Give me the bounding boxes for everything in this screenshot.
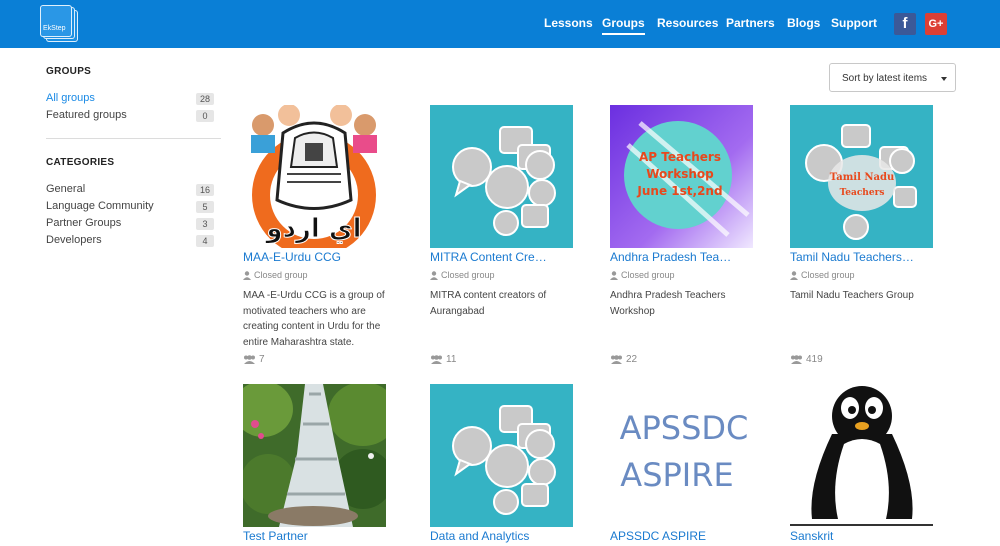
nav-lessons[interactable]: Lessons: [544, 16, 593, 30]
user-icon: [430, 271, 438, 281]
count-badge: 0: [196, 110, 214, 122]
member-count-value: 7: [259, 354, 265, 365]
group-description: Andhra Pradesh Teachers Workshop: [610, 290, 726, 317]
caret-down-icon: [941, 77, 947, 81]
urdu-logo-image: اي اردو: [243, 105, 386, 248]
sort-dropdown[interactable]: Sort by latest items: [829, 63, 956, 92]
user-icon: [610, 271, 618, 281]
users-icon: [791, 355, 802, 364]
facebook-icon[interactable]: f: [894, 13, 916, 35]
status-label: Closed group: [254, 270, 308, 280]
chat-bubbles-image: [430, 384, 573, 527]
tamil-nadu-image: Tamil Nadu Teachers: [790, 105, 933, 248]
tn-line-2: Teachers: [840, 188, 885, 198]
users-icon: [244, 355, 255, 364]
sidebar-item-label: Partner Groups: [46, 217, 122, 229]
member-count: 11: [430, 354, 456, 365]
nav-support[interactable]: Support: [831, 16, 877, 30]
sidebar-item-all-groups[interactable]: All groups 28: [46, 90, 214, 107]
group-thumbnail[interactable]: AP Teachers Workshop June 1st,2nd: [610, 105, 753, 248]
apssdc-line-1: APSSDC: [620, 409, 749, 447]
group-status: Closed group: [610, 270, 675, 281]
groups-heading: GROUPS: [46, 66, 92, 77]
member-count: 419: [790, 354, 823, 365]
group-thumbnail[interactable]: [430, 384, 573, 527]
group-title-link[interactable]: APSSDC ASPIRE: [610, 529, 778, 543]
group-description: MAA -E-Urdu CCG is a group of motivated …: [243, 290, 385, 348]
status-label: Closed group: [441, 270, 495, 280]
count-badge: 16: [195, 184, 214, 196]
sidebar-item-label: All groups: [46, 92, 95, 104]
group-thumbnail[interactable]: [790, 384, 933, 527]
sidebar-item-label: Developers: [46, 234, 102, 246]
urdu-logo-text: اي اردو: [264, 214, 361, 244]
ap-line-1: AP Teachers: [639, 150, 721, 164]
logo-text: EkStep: [43, 25, 66, 32]
group-title-link[interactable]: Data and Analytics: [430, 529, 598, 543]
count-badge: 3: [196, 218, 214, 230]
apssdc-line-2: ASPIRE: [620, 456, 733, 494]
group-title-link[interactable]: Andhra Pradesh Tea…: [610, 250, 778, 264]
sidebar-item-general[interactable]: General 16: [46, 181, 214, 198]
users-icon: [431, 355, 442, 364]
chat-bubbles-image: [430, 105, 573, 248]
member-count-value: 419: [806, 354, 823, 365]
count-badge: 28: [195, 93, 214, 105]
nav-resources[interactable]: Resources: [657, 16, 718, 30]
nav-partners[interactable]: Partners: [726, 16, 775, 30]
penguin-image: [790, 384, 933, 527]
group-description: Tamil Nadu Teachers Group: [790, 290, 914, 301]
group-status: Closed group: [430, 270, 495, 281]
member-count: 22: [610, 354, 637, 365]
sidebar-item-partner-groups[interactable]: Partner Groups 3: [46, 215, 214, 232]
top-navbar: EkStep Lessons Groups Resources Partners…: [0, 0, 1000, 48]
group-title-link[interactable]: Tamil Nadu Teachers…: [790, 250, 958, 264]
status-label: Closed group: [621, 270, 675, 280]
sidebar-item-label: General: [46, 183, 86, 195]
user-icon: [790, 271, 798, 281]
status-label: Closed group: [801, 270, 855, 280]
group-title-link[interactable]: Sanskrit: [790, 529, 958, 543]
categories-heading: CATEGORIES: [46, 157, 115, 168]
google-plus-icon[interactable]: G+: [925, 13, 947, 35]
waterfall-image: [243, 384, 386, 527]
ap-workshop-image: AP Teachers Workshop June 1st,2nd: [610, 105, 753, 248]
sidebar-item-featured-groups[interactable]: Featured groups 0: [46, 107, 214, 124]
group-title-link[interactable]: MAA-E-Urdu CCG: [243, 250, 411, 264]
sort-label: Sort by latest items: [842, 73, 928, 84]
ap-line-3: June 1st,2nd: [636, 184, 722, 198]
users-icon: [611, 355, 622, 364]
member-count: 7: [243, 354, 265, 365]
ekstep-logo[interactable]: EkStep: [40, 5, 78, 43]
group-thumbnail[interactable]: اي اردو: [243, 105, 386, 248]
nav-blogs[interactable]: Blogs: [787, 16, 820, 30]
sidebar-item-label: Featured groups: [46, 109, 127, 121]
count-badge: 4: [196, 235, 214, 247]
group-thumbnail[interactable]: [243, 384, 386, 527]
apssdc-image: APSSDC ASPIRE: [610, 384, 753, 527]
tn-line-1: Tamil Nadu: [830, 172, 895, 183]
sidebar-item-developers[interactable]: Developers 4: [46, 232, 214, 249]
sidebar-item-language-community[interactable]: Language Community 5: [46, 198, 214, 215]
group-status: Closed group: [243, 270, 308, 281]
group-description: MITRA content creators of Aurangabad: [430, 290, 547, 317]
group-status: Closed group: [790, 270, 855, 281]
count-badge: 5: [196, 201, 214, 213]
group-thumbnail[interactable]: APSSDC ASPIRE: [610, 384, 753, 527]
group-title-link[interactable]: Test Partner: [243, 529, 411, 543]
member-count-value: 11: [446, 354, 457, 365]
sidebar-divider: [46, 138, 221, 139]
nav-groups[interactable]: Groups: [602, 16, 645, 35]
sidebar-item-label: Language Community: [46, 200, 154, 212]
group-thumbnail[interactable]: [430, 105, 573, 248]
group-thumbnail[interactable]: Tamil Nadu Teachers: [790, 105, 933, 248]
ap-line-2: Workshop: [646, 167, 714, 181]
group-title-link[interactable]: MITRA Content Cre…: [430, 250, 598, 264]
member-count-value: 22: [626, 354, 638, 365]
user-icon: [243, 271, 251, 281]
sidebar: GROUPS All groups 28 Featured groups 0 C…: [46, 66, 221, 249]
